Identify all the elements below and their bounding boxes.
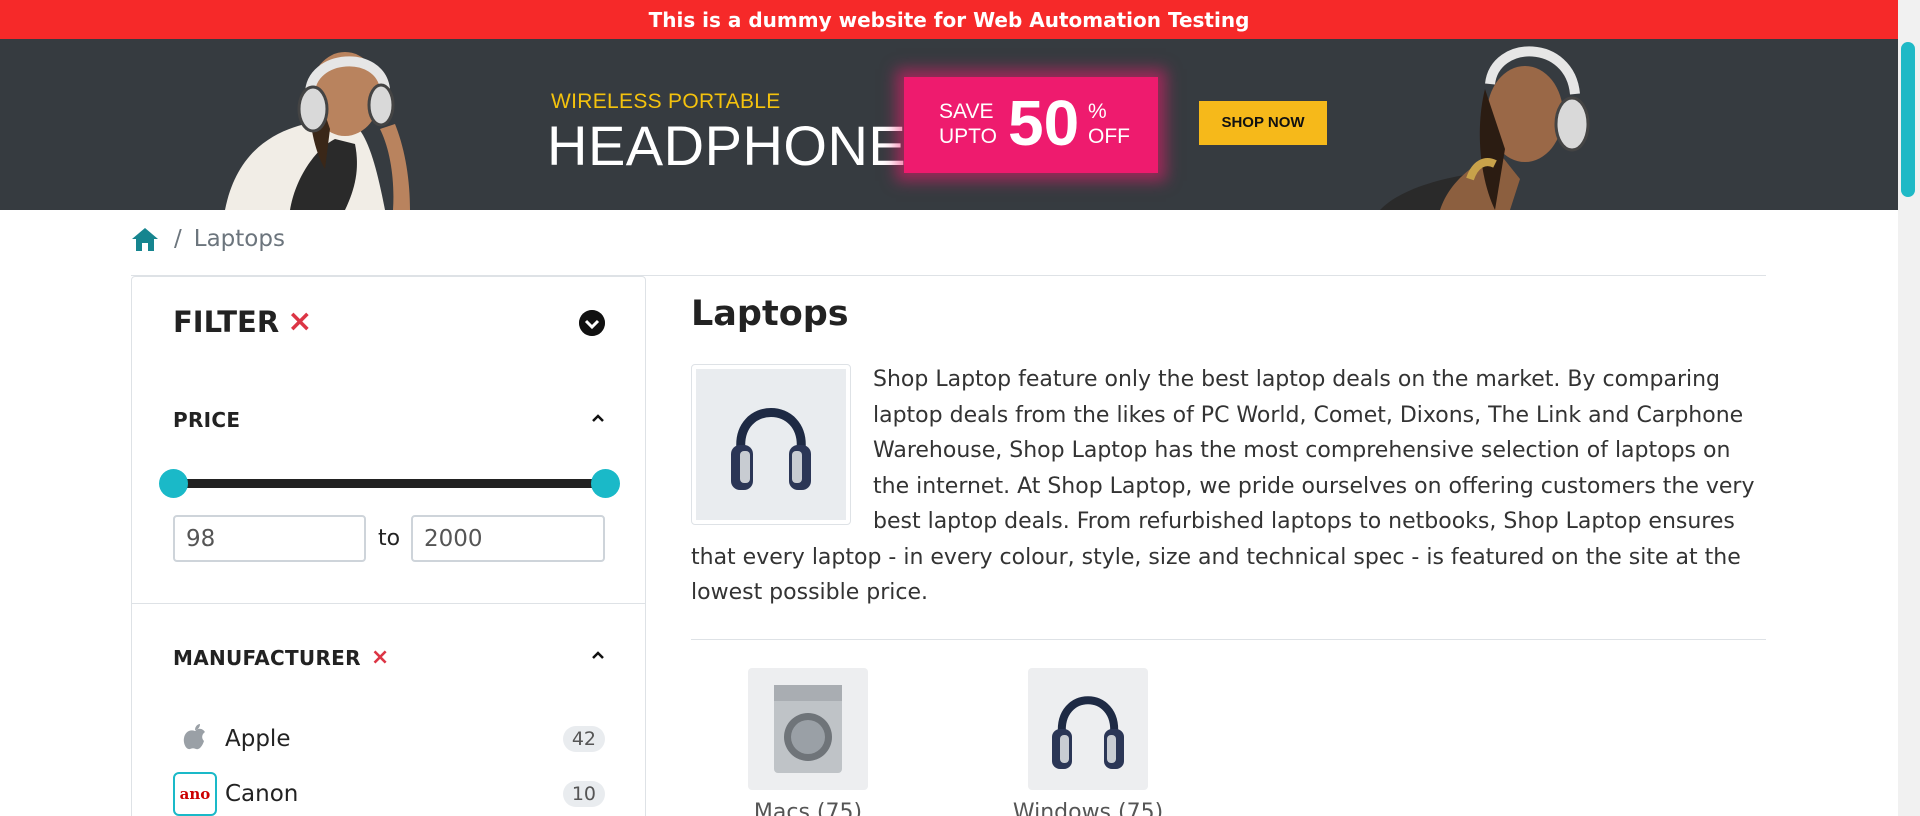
chevron-up-icon[interactable]: [591, 648, 605, 662]
off-word: OFF: [1088, 125, 1130, 148]
breadcrumb: / Laptops: [131, 226, 285, 252]
manufacturer-name: Canon: [225, 781, 299, 807]
upto-word: UPTO: [939, 125, 997, 148]
page-scrollbar[interactable]: [1898, 0, 1920, 816]
save-word: SAVE: [939, 100, 994, 123]
price-max-input[interactable]: [411, 515, 605, 562]
apple-logo-icon: [183, 724, 205, 750]
price-max-handle[interactable]: [591, 469, 620, 498]
manufacturer-item-apple[interactable]: Apple 42: [173, 717, 605, 761]
canon-logo-icon: ano: [173, 772, 217, 816]
price-min-input[interactable]: [173, 515, 366, 562]
category-description: Shop Laptop feature only the best laptop…: [691, 362, 1766, 611]
scrollbar-thumb[interactable]: [1901, 42, 1915, 197]
subcategory-card-macs[interactable]: [748, 668, 868, 790]
content-divider: [691, 639, 1766, 640]
price-title: PRICE: [173, 408, 241, 432]
subcategory-card-windows[interactable]: [1028, 668, 1148, 790]
filter-title: FILTER: [173, 304, 280, 339]
promo-banner[interactable]: WIRELESS PORTABLE HEADPHONE SAVE UPTO 50 …: [0, 39, 1898, 210]
breadcrumb-separator: /: [174, 226, 182, 252]
category-title: Laptops: [691, 294, 849, 334]
percent-sign: %: [1088, 100, 1107, 123]
headphone-image: [1052, 696, 1124, 769]
manufacturer-section-title[interactable]: MANUFACTURER ×: [173, 645, 390, 670]
chevron-down-circle-icon[interactable]: [579, 310, 605, 336]
manufacturer-count-badge: 10: [562, 781, 605, 807]
demo-notice-bar: This is a dummy website for Web Automati…: [0, 0, 1898, 39]
price-range-slider[interactable]: [173, 479, 605, 488]
price-section-title[interactable]: PRICE: [173, 408, 240, 432]
banner-title: HEADPHONE: [547, 114, 907, 177]
range-to-label: to: [378, 526, 401, 551]
banner-subtitle: WIRELESS PORTABLE: [551, 90, 781, 113]
discount-badge: SAVE UPTO 50 % OFF: [904, 77, 1158, 173]
manufacturer-count-badge: 42: [562, 726, 605, 752]
manufacturer-name: Apple: [225, 726, 291, 752]
home-icon[interactable]: [131, 226, 159, 252]
discount-number: 50: [1008, 87, 1080, 159]
price-min-handle[interactable]: [159, 469, 188, 498]
chevron-up-icon[interactable]: [591, 411, 605, 425]
headphone-image: [731, 407, 811, 490]
filter-header: FILTER ×: [173, 304, 312, 339]
manufacturer-item-canon[interactable]: ano Canon 10: [173, 772, 605, 816]
canon-logo-text: ano: [179, 785, 211, 803]
clear-manufacturer-icon[interactable]: ×: [371, 645, 390, 670]
manufacturer-title: MANUFACTURER: [173, 645, 361, 670]
woman-with-headphones-image: [1380, 46, 1590, 210]
filter-panel: FILTER × PRICE to MANUFACTURER × Apple 4…: [131, 276, 646, 816]
shop-now-button[interactable]: SHOP NOW: [1199, 101, 1327, 145]
clear-filter-icon[interactable]: ×: [287, 304, 312, 339]
breadcrumb-current: Laptops: [193, 226, 285, 252]
subcategory-label[interactable]: Windows (75): [988, 800, 1188, 816]
washing-machine-image: [774, 685, 842, 773]
filter-divider: [132, 603, 645, 604]
subcategory-label[interactable]: Macs (75): [708, 800, 908, 816]
woman-with-headphones-image: [225, 52, 410, 210]
category-image: [691, 364, 851, 525]
